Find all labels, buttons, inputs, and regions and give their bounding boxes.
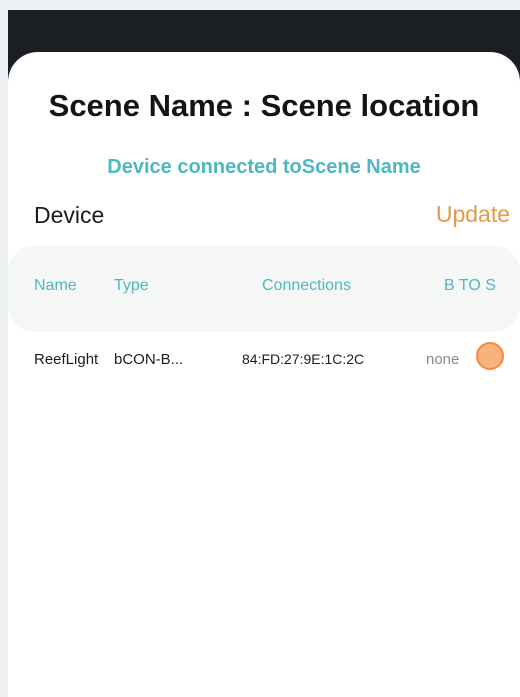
device-type-cell: bCON-B... [114, 351, 184, 368]
page-title: Scene Name : Scene location [48, 88, 480, 123]
table-header: Name Type Connections B TO S [8, 246, 520, 332]
connection-subtitle: Device connected toScene Name [107, 156, 421, 178]
b-to-s-toggle[interactable] [476, 342, 504, 370]
column-header-type: Type [114, 277, 149, 294]
device-name-cell: ReefLight [34, 351, 99, 368]
update-button[interactable]: Update [436, 201, 510, 228]
bottom-sheet: Scene Name : Scene location Device conne… [8, 52, 520, 697]
column-header-name: Name [34, 277, 77, 294]
device-connection-cell: 84:FD:27:9E:1C:2C [242, 351, 365, 367]
column-header-b-to-s: B TO S [444, 277, 496, 294]
device-section-label: Device [34, 202, 105, 228]
table-row[interactable]: ReefLight bCON-B... 84:FD:27:9E:1C:2C no… [8, 340, 520, 380]
b-to-s-value: none [426, 351, 460, 368]
app-screen: Scene Name : Scene location Device conne… [0, 0, 520, 697]
column-header-connections: Connections [262, 277, 351, 294]
